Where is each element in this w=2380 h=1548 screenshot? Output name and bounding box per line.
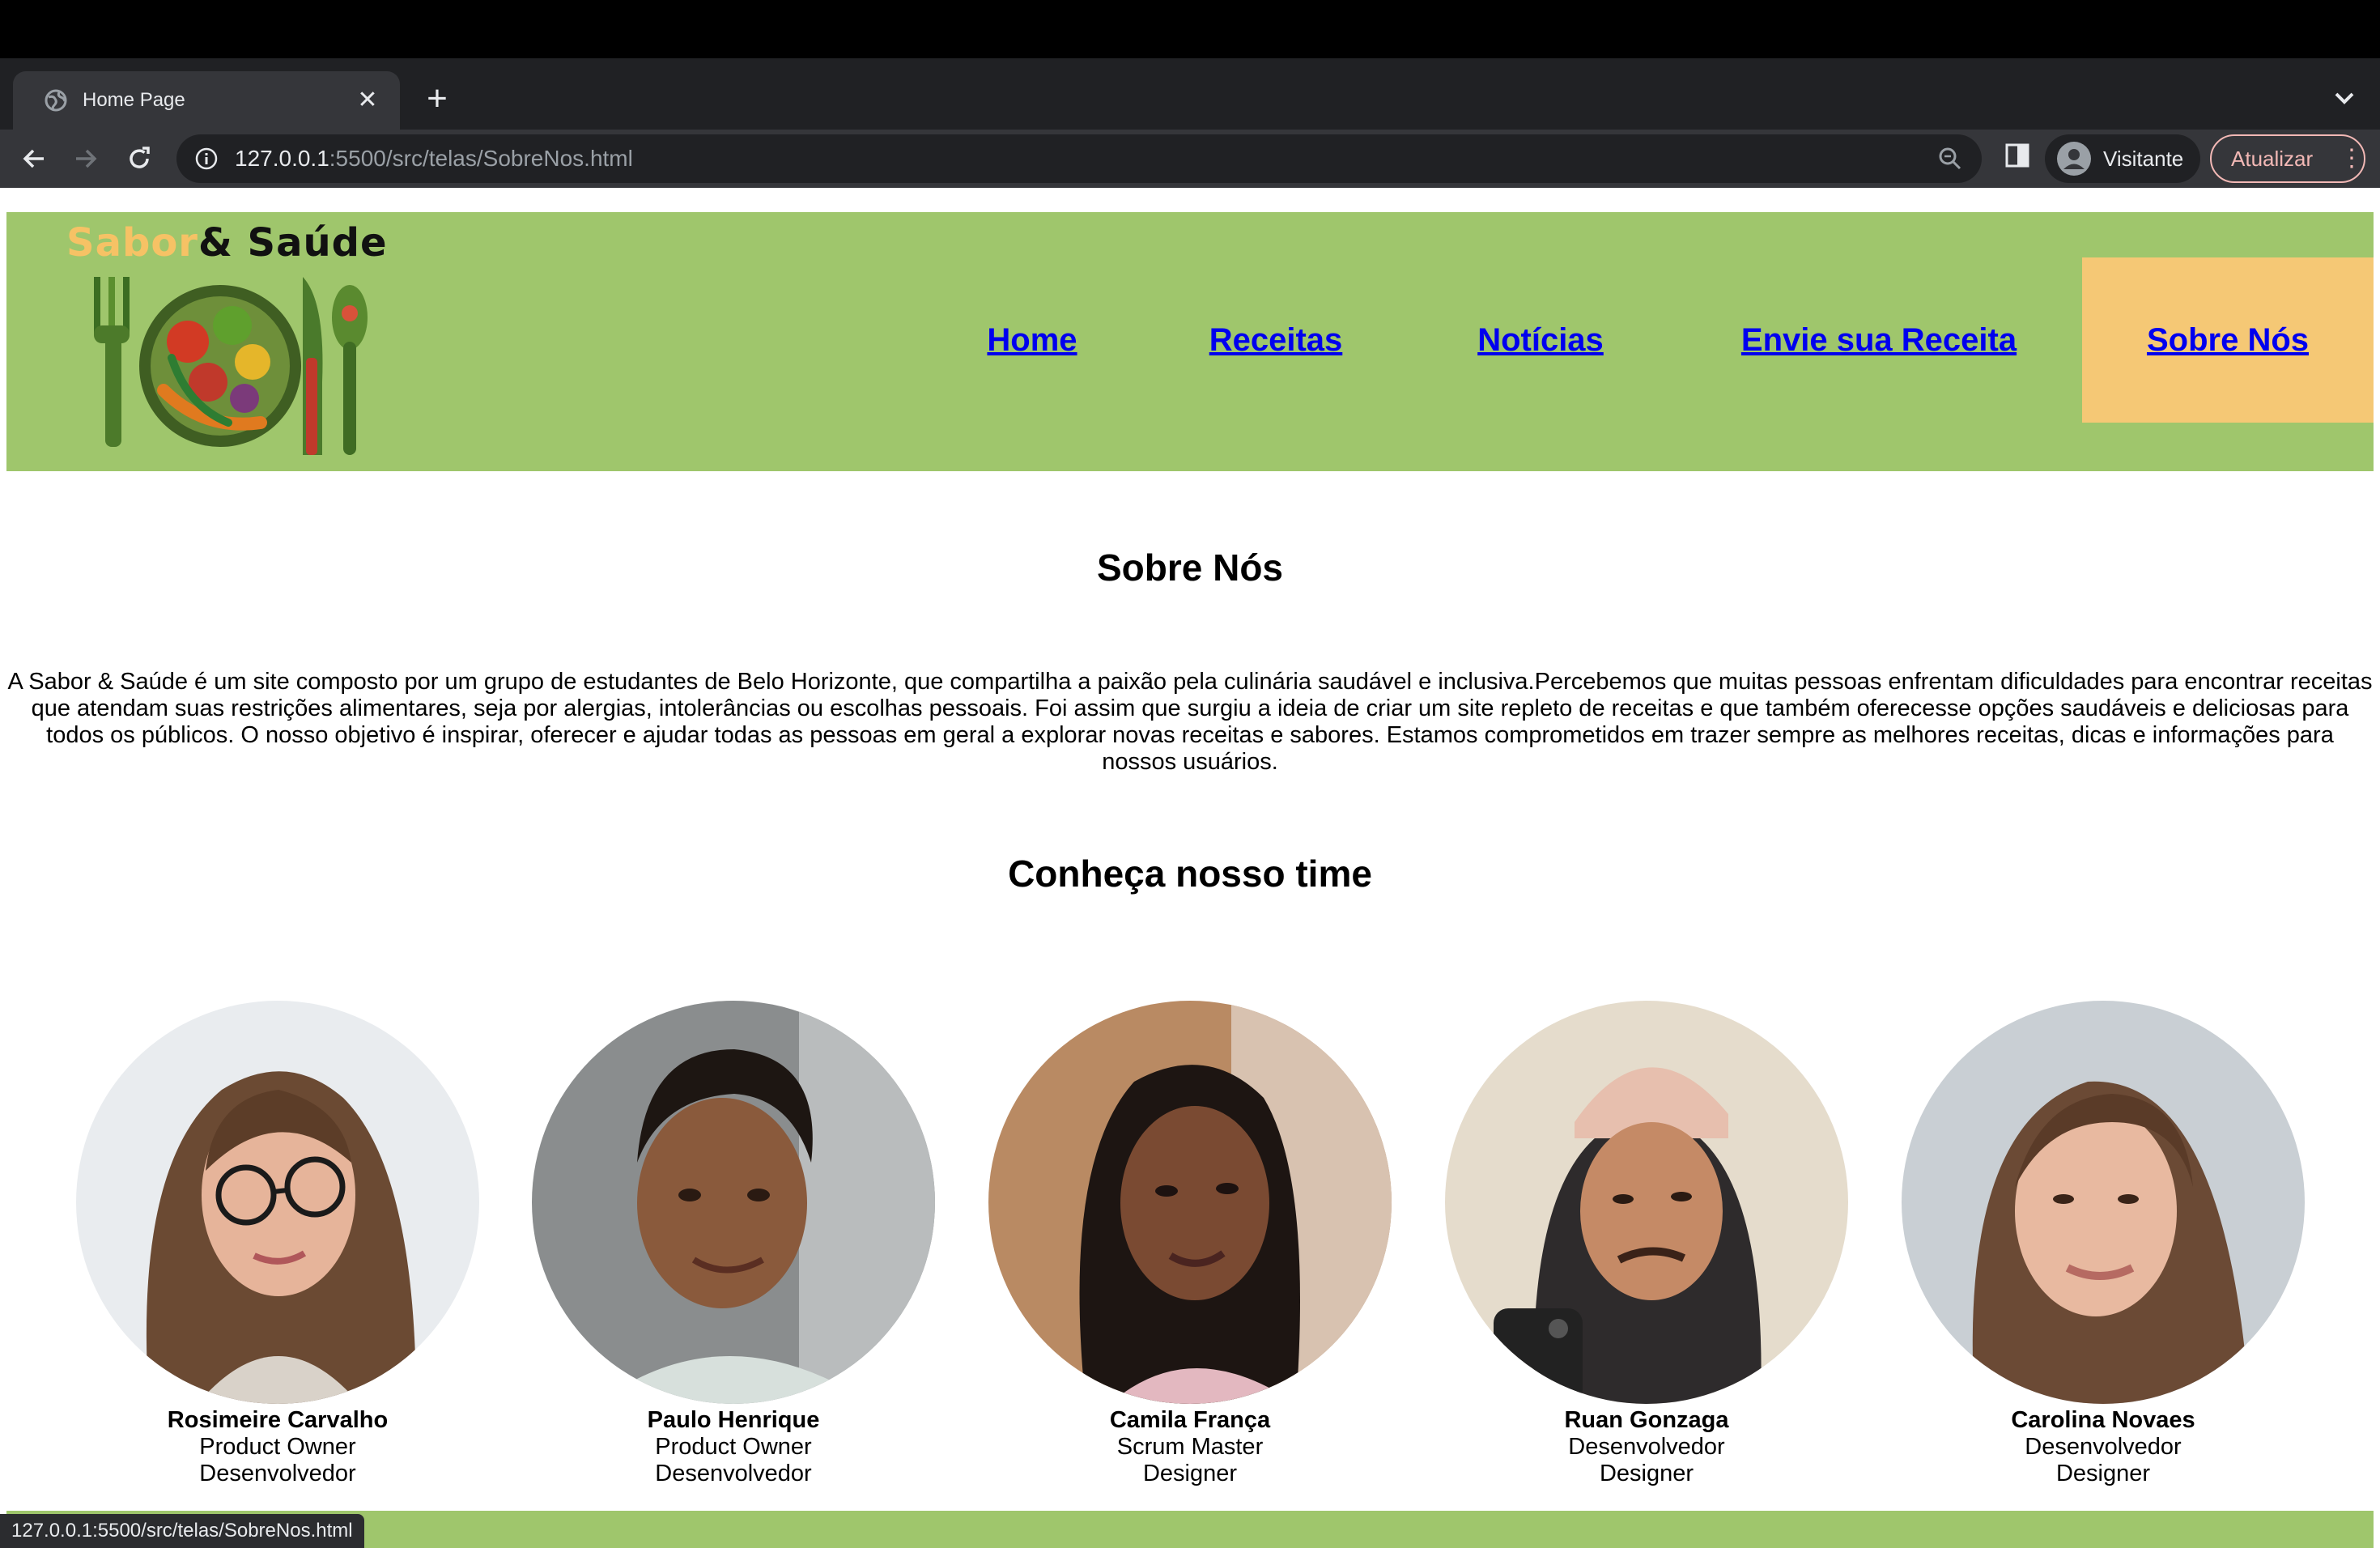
avatar-icon	[2057, 142, 2091, 176]
nav-sobre-nos[interactable]: Sobre Nós	[2082, 257, 2374, 423]
reload-button[interactable]	[118, 138, 160, 180]
nav-receitas[interactable]: Receitas	[1180, 257, 1371, 423]
site-header: Sabor& Saúde Home Receitas Notícias Envi…	[6, 212, 2374, 471]
member-role: Product Owner	[199, 1434, 356, 1460]
status-bar-url: 127.0.0.1:5500/src/telas/SobreNos.html	[0, 1514, 364, 1548]
profile-button[interactable]: Visitante	[2045, 134, 2200, 183]
nav-envie-sua-receita[interactable]: Envie sua Receita	[1713, 257, 2045, 423]
logo-text: Sabor& Saúde	[66, 220, 388, 266]
site-logo[interactable]: Sabor& Saúde	[66, 220, 387, 460]
reload-icon	[130, 147, 150, 168]
tab-home-page[interactable]: Home Page ✕	[13, 71, 400, 130]
member-role: Desenvolvedor	[2025, 1434, 2182, 1460]
team-member-card: Ruan Gonzaga Desenvolvedor Designer	[1445, 1001, 1848, 1486]
member-photo	[1902, 1001, 2305, 1404]
member-photo	[1445, 1001, 1848, 1404]
zoom-icon[interactable]	[1936, 145, 1964, 172]
member-name: Ruan Gonzaga	[1564, 1407, 1729, 1433]
team-member-card: Camila França Scrum Master Designer	[988, 1001, 1392, 1486]
team-member-card: Paulo Henrique Product Owner Desenvolved…	[532, 1001, 935, 1486]
update-label: Atualizar	[2231, 146, 2314, 171]
profile-name: Visitante	[2103, 146, 2184, 171]
forward-button[interactable]	[65, 138, 107, 180]
member-name: Camila França	[1109, 1407, 1271, 1433]
member-role: Product Owner	[655, 1434, 812, 1460]
back-button[interactable]	[13, 138, 55, 180]
macos-menu-bar	[0, 0, 2380, 58]
update-button[interactable]: Atualizar ⋮	[2210, 134, 2365, 183]
team-member-card: Carolina Novaes Desenvolvedor Designer	[1902, 1001, 2305, 1486]
about-paragraph: A Sabor & Saúde é um site composto por u…	[7, 669, 2373, 775]
member-role: Desenvolvedor	[1568, 1434, 1725, 1460]
tab-title: Home Page	[83, 89, 185, 111]
team-member-card: Rosimeire Carvalho Product Owner Desenvo…	[76, 1001, 479, 1486]
arrow-left-icon	[23, 149, 44, 168]
cutlery-vegetables-logo-icon	[94, 277, 368, 455]
close-icon[interactable]: ✕	[351, 88, 384, 113]
member-name: Paulo Henrique	[647, 1407, 820, 1433]
member-name: Carolina Novaes	[2011, 1407, 2195, 1433]
about-heading: Sobre Nós	[1096, 546, 1284, 589]
new-tab-button[interactable]: +	[418, 79, 457, 118]
url-text[interactable]: 127.0.0.1:5500/src/telas/SobreNos.html	[235, 146, 1936, 172]
chevron-down-icon[interactable]	[2328, 79, 2361, 118]
side-panel-icon[interactable]	[2003, 141, 2032, 170]
nav-home[interactable]: Home	[965, 257, 1099, 423]
arrow-right-icon	[76, 149, 97, 168]
member-photo	[532, 1001, 935, 1404]
member-photo	[988, 1001, 1392, 1404]
team-heading: Conheça nosso time	[1008, 853, 1372, 895]
member-role: Desenvolvedor	[199, 1461, 356, 1486]
nav-noticias[interactable]: Notícias	[1456, 257, 1626, 423]
member-photo	[76, 1001, 479, 1404]
member-name: Rosimeire Carvalho	[167, 1407, 389, 1433]
more-vert-icon[interactable]: ⋮	[2340, 147, 2364, 171]
globe-icon	[45, 89, 67, 112]
info-icon[interactable]	[194, 147, 219, 171]
member-role: Designer	[2055, 1461, 2151, 1486]
address-bar[interactable]: 127.0.0.1:5500/src/telas/SobreNos.html	[176, 134, 1982, 183]
member-role: Designer	[1599, 1461, 1694, 1486]
member-role: Desenvolvedor	[655, 1461, 812, 1486]
member-role: Designer	[1142, 1461, 1238, 1486]
member-role: Scrum Master	[1116, 1434, 1264, 1460]
